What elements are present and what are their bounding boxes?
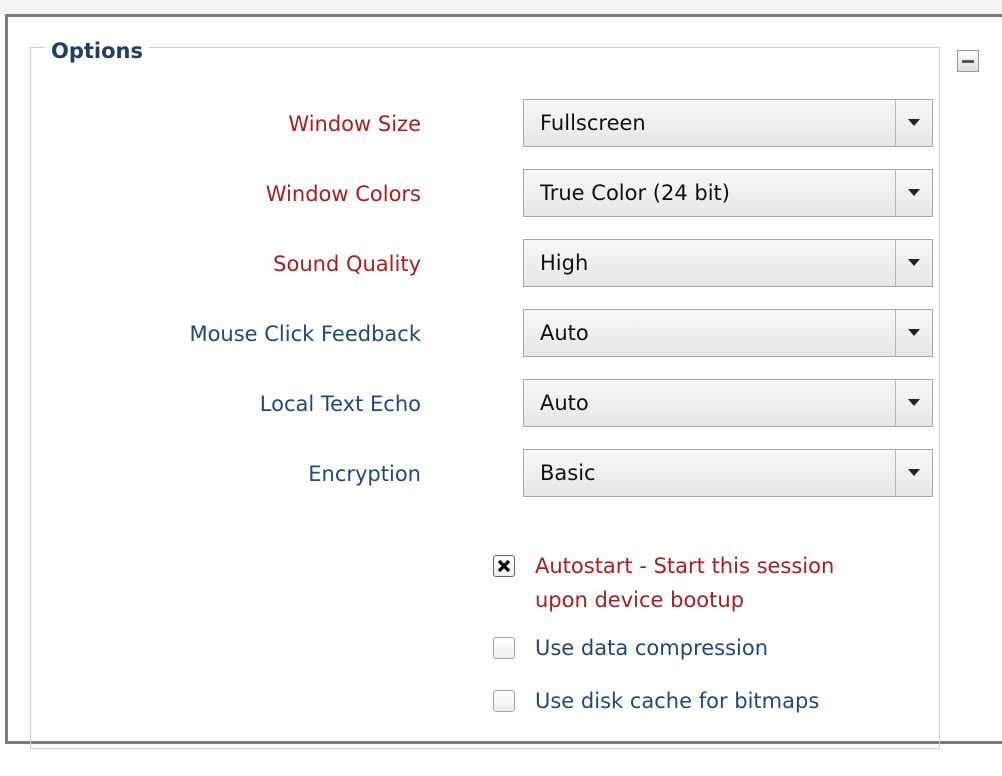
- encryption-value: Basic: [540, 461, 596, 485]
- encryption-select[interactable]: Basic: [523, 449, 933, 497]
- autostart-checkbox[interactable]: [493, 555, 515, 577]
- collapse-button[interactable]: [957, 50, 979, 72]
- options-fieldset: Window Size Fullscreen Window Colors Tru…: [30, 47, 940, 749]
- mouse-click-feedback-label: Mouse Click Feedback: [189, 322, 421, 346]
- data-compression-row: Use data compression: [493, 631, 768, 665]
- triangle-down-icon[interactable]: [896, 450, 932, 496]
- triangle-down-icon[interactable]: [896, 310, 932, 356]
- triangle-down-icon[interactable]: [896, 170, 932, 216]
- triangle-down-icon[interactable]: [896, 380, 932, 426]
- autostart-label-line1: Autostart - Start this session: [535, 554, 835, 578]
- x-mark-icon: [497, 559, 511, 573]
- local-text-echo-row: Local Text Echo Auto: [31, 379, 941, 429]
- local-text-echo-value: Auto: [540, 391, 589, 415]
- top-strip: [0, 0, 1002, 14]
- window-colors-select[interactable]: True Color (24 bit): [523, 169, 933, 217]
- window-size-value: Fullscreen: [540, 111, 646, 135]
- window-size-label: Window Size: [288, 112, 421, 136]
- mouse-click-feedback-row: Mouse Click Feedback Auto: [31, 309, 941, 359]
- sound-quality-select[interactable]: High: [523, 239, 933, 287]
- data-compression-checkbox[interactable]: [493, 637, 515, 659]
- mouse-click-feedback-select[interactable]: Auto: [523, 309, 933, 357]
- disk-cache-checkbox[interactable]: [493, 690, 515, 712]
- window-colors-row: Window Colors True Color (24 bit): [31, 169, 941, 219]
- sound-quality-row: Sound Quality High: [31, 239, 941, 289]
- window-colors-value: True Color (24 bit): [540, 181, 730, 205]
- local-text-echo-label: Local Text Echo: [259, 392, 421, 416]
- autostart-label[interactable]: Autostart - Start this session upon devi…: [535, 549, 834, 617]
- local-text-echo-select[interactable]: Auto: [523, 379, 933, 427]
- data-compression-label[interactable]: Use data compression: [535, 631, 768, 665]
- encryption-row: Encryption Basic: [31, 449, 941, 499]
- window-size-row: Window Size Fullscreen: [31, 99, 941, 149]
- window-colors-label: Window Colors: [265, 182, 421, 206]
- options-legend: Options: [45, 38, 149, 64]
- encryption-label: Encryption: [308, 462, 421, 486]
- mouse-click-feedback-value: Auto: [540, 321, 589, 345]
- triangle-down-icon[interactable]: [896, 100, 932, 146]
- autostart-label-line2: upon device bootup: [535, 588, 745, 612]
- sound-quality-label: Sound Quality: [273, 252, 421, 276]
- minus-icon: [962, 59, 974, 63]
- triangle-down-icon[interactable]: [896, 240, 932, 286]
- sound-quality-value: High: [540, 251, 589, 275]
- disk-cache-row: Use disk cache for bitmaps: [493, 684, 819, 718]
- window-size-select[interactable]: Fullscreen: [523, 99, 933, 147]
- autostart-row: Autostart - Start this session upon devi…: [493, 549, 834, 621]
- disk-cache-label[interactable]: Use disk cache for bitmaps: [535, 684, 819, 718]
